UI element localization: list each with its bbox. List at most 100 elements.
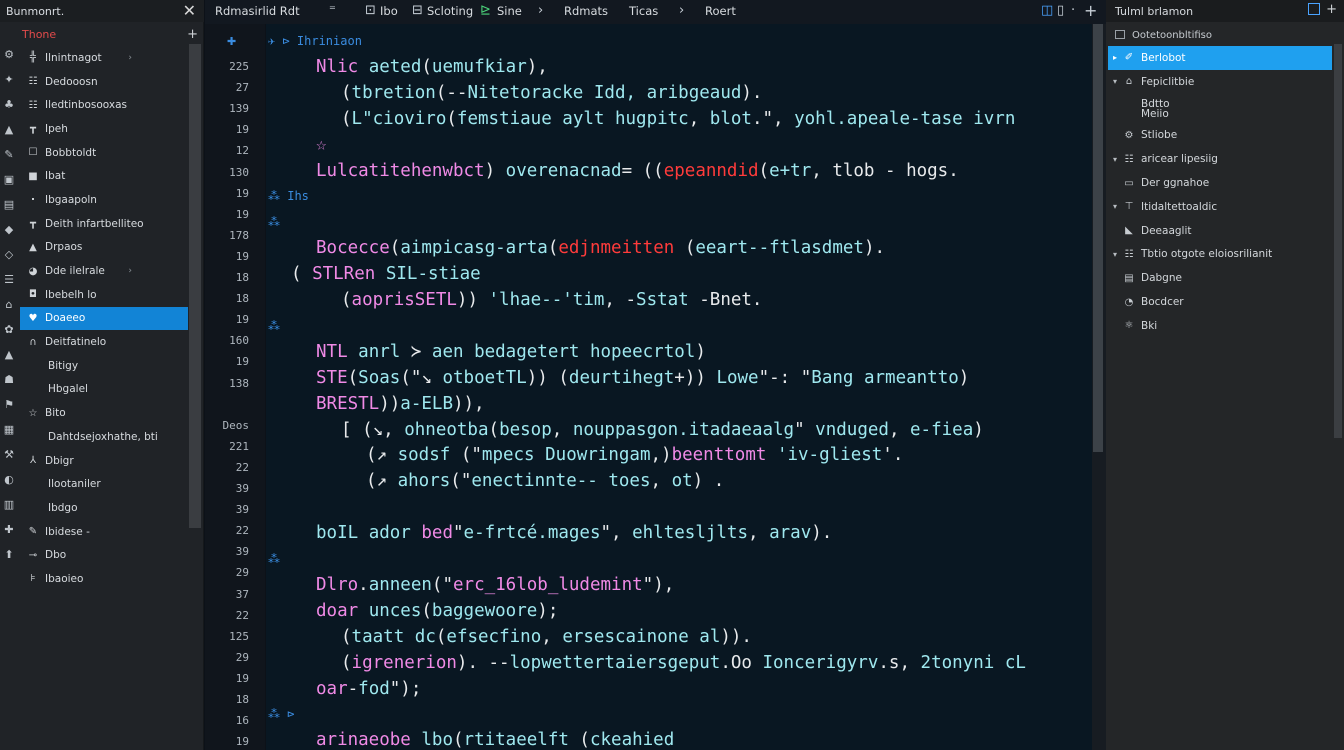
tree-item[interactable]: ⬝ Ibgaapoln [20, 188, 188, 212]
fold-marker[interactable]: ⁂ Ihs [268, 189, 309, 203]
code-line[interactable]: ☆ [316, 134, 327, 156]
add-icon[interactable]: + [187, 27, 198, 42]
code-line[interactable]: ( STLRen SIL-stiae [291, 263, 481, 285]
code-line[interactable]: Bocecce(aimpicasg-arta(edjnmeitten (eear… [316, 237, 885, 259]
code-line[interactable]: Dlro.anneen("erc_16lob_ludemint"), [316, 574, 674, 596]
activity-icon[interactable]: ⬆ [3, 548, 15, 562]
activity-icon[interactable]: ▥ [3, 498, 15, 512]
tree-item[interactable]: ∩ Deitfatinelo [20, 330, 188, 354]
chevron-icon[interactable]: ▸ [1108, 53, 1122, 62]
activity-icon[interactable]: ▣ [3, 173, 15, 187]
code-editor[interactable]: ✈ ⊳ Ihriniaon Nlic aeted(uemufkiar), (tbre… [266, 24, 1092, 750]
tree-item[interactable]: ☐ Bobbtoldt [20, 141, 188, 165]
activity-icon[interactable]: ⚙ [3, 48, 15, 62]
tree-item[interactable]: ┳ Ipeh [20, 117, 188, 141]
activity-icon[interactable]: ✚ [3, 523, 15, 537]
toolbar-breadcrumb[interactable]: Rdmasirlid Rdt [215, 4, 300, 18]
tree-item[interactable]: Ibdgo [20, 496, 188, 520]
outline-scrollbar[interactable] [1334, 44, 1342, 438]
chevron-right-icon[interactable]: › [128, 53, 132, 63]
outline-item[interactable]: ⚙ Stliobe [1108, 124, 1332, 148]
outline-item[interactable]: ▤ Dabgne [1108, 266, 1332, 290]
tree-item[interactable]: Hbgalel [20, 378, 188, 402]
tree-item[interactable]: ▲ Drpaos [20, 236, 188, 260]
add-tab-icon[interactable]: + [1084, 1, 1097, 20]
toolbar-item-1[interactable]: Scloting [427, 4, 473, 18]
toolbar-item-3[interactable]: Rdmats [564, 4, 608, 18]
explorer-section-header[interactable]: Thone + [0, 24, 204, 44]
activity-icon[interactable]: ✿ [3, 323, 15, 337]
code-line[interactable]: (↗ ahors("enectinnte-- toes, ot) . [366, 470, 724, 492]
code-line[interactable]: [ (↘, ohneotba(besop, nouppasgon.itadaea… [341, 419, 984, 441]
layout-icon[interactable]: ▯ [1057, 3, 1064, 18]
tree-item[interactable]: ╬ Ilnintnagot › [20, 46, 188, 70]
explorer-scrollbar[interactable] [189, 44, 201, 528]
chevron-icon[interactable]: ▾ [1108, 202, 1122, 211]
toolbar-item-5[interactable]: Roert [705, 4, 736, 18]
outline-item[interactable]: ▾ ☷ Tbtio otgote eloiosrilianit [1108, 243, 1332, 267]
chevron-icon[interactable]: ▾ [1108, 155, 1122, 164]
outline-item[interactable]: Bdtto Meiio [1108, 94, 1332, 124]
activity-icon[interactable]: ☗ [3, 373, 15, 387]
activity-icon[interactable]: ✎ [3, 148, 15, 162]
activity-icon[interactable]: ⚒ [3, 448, 15, 462]
edit-icon[interactable]: ⊟ [412, 3, 423, 18]
code-line[interactable]: NTL anrl ≻ aen bedagetert hopeecrtol) [316, 341, 706, 363]
tree-item[interactable]: ✎ Ibidese - [20, 520, 188, 544]
code-line[interactable]: (tbretion(--Nitetoracke Idd, aribgeaud). [341, 82, 762, 104]
tree-item[interactable]: ☷ Dedooosn [20, 70, 188, 94]
fold-marker[interactable]: ⁂ [268, 319, 280, 333]
run-icon[interactable]: ⊵ [480, 3, 491, 18]
tree-item[interactable]: ☆ Bito [20, 401, 188, 425]
toolbar-item-2[interactable]: Sine [497, 4, 522, 18]
editor-scrollbar-thumb[interactable] [1093, 24, 1103, 452]
activity-icon[interactable]: ▲ [3, 348, 15, 362]
tree-item[interactable]: ⅄ Dbigr [20, 449, 188, 473]
collapse-icon[interactable] [1308, 3, 1320, 15]
fold-marker[interactable]: ⁂ [268, 552, 280, 566]
activity-icon[interactable]: ▤ [3, 198, 15, 212]
split-editor-icon[interactable]: ◫ [1041, 3, 1053, 18]
tree-item[interactable]: ◕ Dde ilelrale › [20, 259, 188, 283]
tree-item[interactable]: ┳ Deith infartbelliteo [20, 212, 188, 236]
code-line[interactable]: doar unces(baggewoore); [316, 600, 558, 622]
outline-item[interactable]: ▸ ✐ Berlobot [1108, 46, 1332, 70]
tree-item[interactable]: Ilootaniler [20, 472, 188, 496]
outline-item[interactable]: ◣ Deeaaglit [1108, 219, 1332, 243]
outline-item[interactable]: ▾ ⌂ Fepiclitbie [1108, 70, 1332, 94]
fold-marker[interactable]: ✈ ⊳ Ihriniaon [268, 34, 362, 48]
activity-icon[interactable]: ◆ [3, 223, 15, 237]
activity-icon[interactable]: ☰ [3, 273, 15, 287]
tree-item[interactable]: Dahtdsejoxhathe, bti [20, 425, 188, 449]
code-line[interactable]: boIL ador bed"e-frtcé.mages", ehltesljlt… [316, 522, 832, 544]
code-line[interactable]: oar-fod"); [316, 678, 421, 700]
outline-section-header[interactable]: Ootetoonbltifiso [1106, 26, 1344, 44]
code-line[interactable]: (↗ sodsf ("mpecs Duowringam,)beenttomt '… [366, 444, 903, 466]
outline-item[interactable]: ⚛ Bki [1108, 314, 1332, 338]
code-line[interactable]: (igrenerion). --lopwettertaiersgeput.Oo … [341, 652, 1026, 674]
menu-icon[interactable]: ⁼ [329, 3, 336, 18]
activity-icon[interactable]: ⌂ [3, 298, 15, 312]
code-line[interactable]: (taatt dc(efsecfino, ersescainone al)). [341, 626, 752, 648]
tree-item[interactable]: ☷ Iledtinbosooxas [20, 93, 188, 117]
activity-icon[interactable]: ♣ [3, 98, 15, 112]
code-line[interactable]: (aoprisSETL)) 'lhae--'tim, -Sstat -Bnet. [341, 289, 762, 311]
outline-item[interactable]: ▾ ⊤ Itidaltettoaldic [1108, 195, 1332, 219]
activity-icon[interactable]: ◇ [3, 248, 15, 262]
code-line[interactable]: BRESTL))a-ELB)), [316, 393, 485, 415]
activity-icon[interactable]: ▲ [3, 123, 15, 137]
fold-marker[interactable]: ⁂ ⊳ [268, 707, 294, 721]
code-line[interactable]: Nlic aeted(uemufkiar), [316, 56, 548, 78]
add-icon[interactable]: + [1326, 2, 1337, 17]
fold-icon[interactable]: ✚ [227, 35, 236, 48]
close-icon[interactable]: ✕ [183, 1, 196, 20]
code-line[interactable]: arinaeobe lbo(rtitaeelft (ckeahied [316, 729, 674, 750]
code-line[interactable]: STE(Soas("↘ otboetTL)) (deurtihegt+)) Lo… [316, 367, 969, 389]
code-line[interactable]: (L"cioviro(femstiaue aylt hugpitc, blot.… [341, 108, 1015, 130]
toolbar-item-4[interactable]: Ticas [629, 4, 658, 18]
chevron-icon[interactable]: ▾ [1108, 77, 1122, 86]
outline-item[interactable]: ◔ Bocdcer [1108, 290, 1332, 314]
activity-icon[interactable]: ✦ [3, 73, 15, 87]
tree-item[interactable]: ■ Ibat [20, 164, 188, 188]
tree-item[interactable]: ⊧ Ibaoieo [20, 567, 188, 591]
